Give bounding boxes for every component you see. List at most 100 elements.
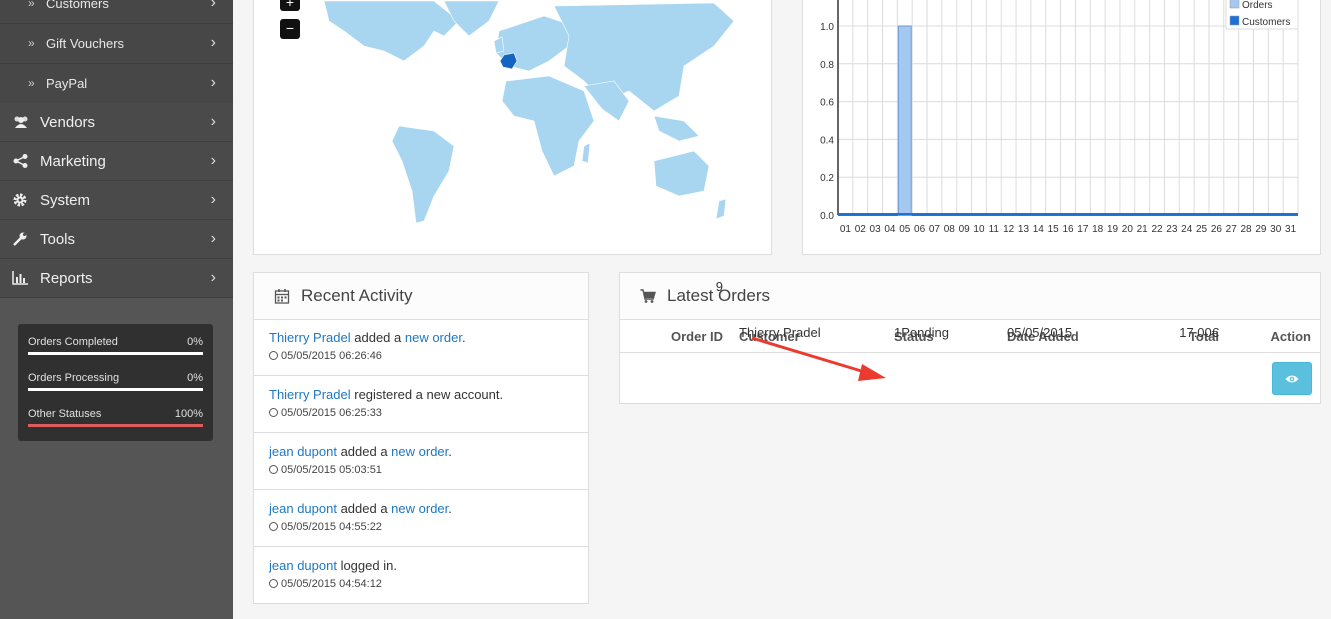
sidebar-item-label: Reports <box>40 270 93 287</box>
x-tick-label: 13 <box>1018 224 1030 235</box>
world-map[interactable] <box>284 0 754 241</box>
activity-punctuation: . <box>448 501 452 516</box>
stat-label: Other Statuses <box>28 408 102 420</box>
chevron-right-icon: › <box>210 34 216 51</box>
sidebar-item-label: System <box>40 192 91 209</box>
x-tick-label: 31 <box>1285 224 1297 235</box>
clock-icon <box>269 465 278 474</box>
chevron-right-icon: › <box>210 191 216 208</box>
region-southeast-asia <box>653 115 700 142</box>
sidebar-item-paypal[interactable]: » PayPal › <box>0 64 233 104</box>
sidebar-item-label: Tools <box>40 231 76 248</box>
x-tick-label: 11 <box>989 224 1000 235</box>
x-tick-label: 17 <box>1077 224 1089 235</box>
x-tick-label: 04 <box>884 224 896 235</box>
sidebar-item-marketing[interactable]: Marketing › <box>0 142 233 181</box>
chevron-right-icon: › <box>210 74 216 91</box>
activity-action-text: added a <box>336 444 392 459</box>
x-tick-label: 22 <box>1151 224 1163 235</box>
latest-orders-panel: Latest Orders Order ID Customer Status D… <box>619 272 1321 404</box>
activity-action-text: registered a new account. <box>350 387 504 402</box>
activity-order-link[interactable]: new order <box>391 501 448 516</box>
orders-table: Order ID Customer Status Date Added Tota… <box>620 279 1320 405</box>
calendar-icon <box>274 289 290 304</box>
sidebar-item-system[interactable]: System › <box>0 181 233 220</box>
y-tick-label: 0.0 <box>820 211 834 222</box>
activity-timestamp: 05/05/2015 06:25:33 <box>269 407 382 419</box>
activity-order-link[interactable]: new order <box>391 444 448 459</box>
sidebar-item-customers[interactable]: » Customers › <box>0 0 233 24</box>
activity-user-link[interactable]: jean dupont <box>269 558 337 573</box>
y-tick-label: 1.0 <box>820 22 834 33</box>
x-tick-label: 29 <box>1255 224 1267 235</box>
x-tick-label: 30 <box>1270 224 1282 235</box>
activity-item: jean dupont added a new order. 05/05/2015… <box>254 490 588 547</box>
activity-order-link[interactable]: new order <box>405 330 462 345</box>
sidebar-item-gift-vouchers[interactable]: » Gift Vouchers › <box>0 24 233 64</box>
gear-icon <box>13 193 27 207</box>
activity-user-link[interactable]: Thierry Pradel <box>269 330 351 345</box>
legend-label: Customers <box>1242 17 1290 28</box>
column-header-action: Action <box>1270 329 1311 344</box>
x-tick-label: 28 <box>1241 224 1253 235</box>
x-tick-label: 27 <box>1226 224 1238 235</box>
activity-time-text: 05/05/2015 04:54:12 <box>281 578 382 590</box>
x-tick-label: 08 <box>944 224 956 235</box>
activity-time-text: 05/05/2015 04:55:22 <box>281 521 382 533</box>
activity-item: jean dupont added a new order. 05/05/2015… <box>254 433 588 490</box>
x-tick-label: 02 <box>855 224 867 235</box>
y-tick-label: 0.8 <box>820 60 834 71</box>
activity-text: Thierry Pradel added a new order. <box>269 330 466 345</box>
x-tick-label: 19 <box>1107 224 1119 235</box>
x-tick-label: 09 <box>959 224 971 235</box>
bar-orders <box>897 25 912 216</box>
x-tick-label: 18 <box>1092 224 1104 235</box>
activity-text: Thierry Pradel registered a new account. <box>269 387 503 402</box>
region-north-america <box>323 0 460 62</box>
activity-action-text: added a <box>350 330 405 345</box>
x-tick-label: 07 <box>929 224 941 235</box>
x-tick-label: 25 <box>1196 224 1208 235</box>
panel-title: Recent Activity <box>301 286 413 305</box>
activity-timestamp: 05/05/2015 06:26:46 <box>269 350 382 362</box>
activity-time-text: 05/05/2015 06:26:46 <box>281 350 382 362</box>
region-australia <box>653 150 710 197</box>
activity-action-text: logged in. <box>336 558 397 573</box>
stat-value: 100% <box>174 408 203 420</box>
activity-item: Thierry Pradel added a new order. 05/05/2… <box>254 319 588 376</box>
y-tick-label: 0.6 <box>820 98 834 109</box>
panel-header: Recent Activity <box>254 273 588 320</box>
x-tick-label: 26 <box>1211 224 1223 235</box>
x-tick-label: 15 <box>1048 224 1060 235</box>
sidebar-item-reports[interactable]: Reports › <box>0 259 233 298</box>
sidebar-item-tools[interactable]: Tools › <box>0 220 233 259</box>
activity-timestamp: 05/05/2015 04:55:22 <box>269 521 382 533</box>
activity-punctuation: . <box>448 444 452 459</box>
sidebar-item-vendors[interactable]: Vendors › <box>0 103 233 142</box>
chevron-right-icon: › <box>210 152 216 169</box>
order-id-cell: 9 <box>715 279 723 294</box>
activity-punctuation: . <box>461 330 466 345</box>
chevron-right-icon: › <box>210 0 216 11</box>
legend-swatch <box>1229 15 1240 26</box>
activity-text: jean dupont added a new order. <box>269 444 452 459</box>
stat-orders-completed: Orders Completed 0% <box>28 336 203 366</box>
region-madagascar <box>581 142 591 164</box>
x-tick-label: 01 <box>840 224 852 235</box>
activity-user-link[interactable]: Thierry Pradel <box>269 387 351 402</box>
sidebar-item-label: Customers <box>46 0 109 11</box>
x-tick-label: 16 <box>1062 224 1074 235</box>
clock-icon <box>269 351 278 360</box>
activity-time-text: 05/05/2015 05:03:51 <box>281 464 382 476</box>
activity-user-link[interactable]: jean dupont <box>269 501 337 516</box>
progress-bar <box>28 388 203 391</box>
column-header-order-id[interactable]: Order ID <box>671 329 723 344</box>
activity-user-link[interactable]: jean dupont <box>269 444 337 459</box>
chevron-right-icon: › <box>210 230 216 247</box>
x-tick-label: 21 <box>1137 224 1149 235</box>
progress-bar <box>28 352 203 355</box>
x-tick-label: 10 <box>973 224 985 235</box>
activity-item: jean dupont logged in. 05/05/2015 04:54:1… <box>254 547 588 604</box>
activity-timestamp: 05/05/2015 04:54:12 <box>269 578 382 590</box>
view-order-button[interactable] <box>1272 362 1312 395</box>
